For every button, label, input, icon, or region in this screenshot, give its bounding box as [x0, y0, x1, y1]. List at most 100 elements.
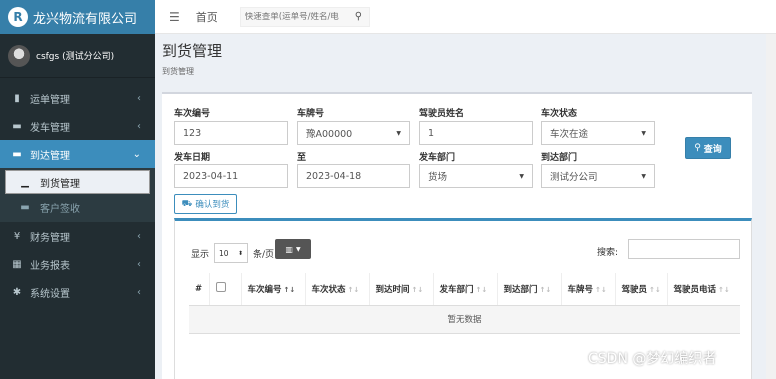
table-search-label: 搜索:	[597, 248, 619, 258]
sidebar: R 龙兴物流有限公司 csfgs (测试分公司) ▮ 运单管理 ‹ ▬ 发车管理…	[0, 0, 155, 379]
sidebar-item-label: 财务管理	[30, 232, 70, 244]
spinner-icon: ⬍	[237, 249, 244, 257]
plane-landing-icon: ▁	[21, 176, 29, 188]
chevron-left-icon: ‹	[137, 230, 141, 242]
plate-select[interactable]: 豫A00000 ▼	[297, 121, 410, 145]
page-size-control: 显示 10 ⬍ 条/页	[191, 243, 274, 263]
sidebar-item-finance[interactable]: ¥ 财务管理 ‹	[0, 222, 155, 250]
columns-toggle-button[interactable]: ▥ ▼	[275, 239, 311, 259]
sidebar-item-label: 发车管理	[30, 122, 70, 134]
depart-date-end-input[interactable]: 2023-04-18	[297, 164, 410, 188]
chevron-down-icon: ▼	[396, 129, 401, 137]
truck-icon: ▬	[12, 120, 22, 132]
truck-arrive-icon: ▬	[12, 148, 22, 160]
chevron-left-icon: ‹	[137, 120, 141, 132]
driver-label: 驾驶员姓名	[419, 109, 465, 119]
col-driver-phone[interactable]: 驾驶员电话 ↑↓	[667, 273, 740, 306]
col-driver[interactable]: 驾驶员 ↑↓	[615, 273, 668, 306]
sidebar-item-reports[interactable]: ▦ 业务报表 ‹	[0, 250, 155, 278]
col-trip-status[interactable]: 车次状态 ↑↓	[305, 273, 370, 306]
search-icon: ⚲	[694, 143, 701, 153]
sort-icon: ↑↓	[595, 285, 607, 294]
logo-bar[interactable]: R 龙兴物流有限公司	[0, 0, 155, 34]
depart-date-label: 发车日期	[174, 153, 211, 163]
breadcrumb: 到货管理	[162, 67, 194, 76]
col-plate[interactable]: 车牌号 ↑↓	[561, 273, 616, 306]
search-form-box: 车次编号 123 车牌号 豫A00000 ▼ 驾驶员姓名 1 车次状态 车次在途…	[162, 92, 752, 379]
trip-no-label: 车次编号	[174, 109, 211, 119]
sort-asc-icon: ↑↓	[283, 285, 296, 294]
confirm-arrival-button[interactable]: ⛟ 确认到货	[174, 194, 237, 214]
app-title: 龙兴物流有限公司	[33, 11, 138, 27]
depart-dept-label: 发车部门	[419, 153, 456, 163]
arrive-dept-value: 测试分公司	[550, 172, 598, 183]
col-arrive-time[interactable]: 到达时间 ↑↓	[369, 273, 434, 306]
select-all-checkbox[interactable]	[215, 282, 226, 293]
sidebar-item-waybill[interactable]: ▮ 运单管理 ‹	[0, 84, 155, 112]
sidebar-subitem-arrival-management[interactable]: ▁ 到货管理	[5, 170, 150, 194]
chevron-down-icon: ⌄	[132, 148, 141, 160]
home-link[interactable]: 首页	[196, 9, 218, 25]
yen-icon: ¥	[13, 230, 21, 242]
search-icon[interactable]: ⚲	[355, 11, 362, 22]
handshake-icon: ▬	[20, 201, 30, 213]
chevron-down-icon: ▼	[519, 172, 524, 180]
col-label: 驾驶员电话	[673, 284, 717, 295]
chevron-left-icon: ‹	[137, 258, 141, 270]
sidebar-item-departure[interactable]: ▬ 发车管理 ‹	[0, 112, 155, 140]
status-label: 车次状态	[541, 109, 578, 119]
page-size-value: 10	[219, 248, 229, 258]
chevron-left-icon: ‹	[137, 286, 141, 298]
sort-icon: ↑↓	[649, 285, 661, 294]
sidebar-subitem-customer-sign[interactable]: ▬ 客户签收	[0, 194, 155, 220]
depart-date-start-input[interactable]: 2023-04-11	[174, 164, 288, 188]
query-button[interactable]: ⚲ 查询	[685, 137, 731, 159]
per-page-label: 条/页	[253, 249, 275, 260]
sidebar-item-label: 运单管理	[30, 94, 70, 106]
arrive-dept-label: 到达部门	[541, 153, 578, 163]
confirm-arrival-label: 确认到货	[195, 200, 230, 210]
user-name: csfgs (测试分公司)	[36, 52, 115, 62]
status-value: 车次在途	[550, 129, 589, 140]
col-index: #	[189, 273, 210, 306]
col-label: 车次编号	[247, 284, 282, 295]
page-title: 到货管理	[162, 42, 223, 60]
chevron-left-icon: ‹	[137, 92, 141, 104]
sidebar-item-arrival[interactable]: ▬ 到达管理 ⌄	[0, 140, 155, 168]
col-label: 到达时间	[375, 284, 410, 295]
driver-input[interactable]: 1	[419, 121, 533, 145]
sort-icon: ↑↓	[347, 285, 360, 294]
sidebar-subitem-label: 客户签收	[40, 203, 80, 215]
watermark: CSDN @梦幻编织者	[588, 351, 717, 367]
sidebar-item-settings[interactable]: ✱ 系统设置 ‹	[0, 278, 155, 306]
table-row: 暂无数据	[189, 305, 740, 334]
menu-toggle-icon[interactable]: ☰	[169, 10, 180, 24]
quick-search-input[interactable]	[244, 11, 353, 22]
quick-search: ⚲	[239, 6, 370, 27]
avatar	[8, 44, 30, 67]
col-trip-no[interactable]: 车次编号 ↑↓	[241, 273, 306, 306]
arrive-dept-select[interactable]: 测试分公司 ▼	[541, 164, 655, 188]
trip-no-input[interactable]: 123	[174, 121, 288, 145]
col-arrive-dept[interactable]: 到达部门 ↑↓	[497, 273, 562, 306]
status-select[interactable]: 车次在途 ▼	[541, 121, 655, 145]
page-scrollbar[interactable]	[766, 34, 776, 379]
col-depart-dept[interactable]: 发车部门 ↑↓	[433, 273, 498, 306]
table-icon: ▦	[12, 258, 22, 270]
page-size-select[interactable]: 10 ⬍	[214, 243, 249, 263]
chevron-down-icon: ▼	[641, 172, 646, 180]
depart-dept-select[interactable]: 货场 ▼	[419, 164, 533, 188]
table-search-input[interactable]	[628, 239, 740, 259]
plate-value: 豫A00000	[306, 129, 353, 140]
sort-icon: ↑↓	[718, 285, 730, 294]
top-navbar: ☰ 首页 ⚲	[155, 0, 776, 34]
show-label: 显示	[191, 249, 210, 260]
col-label: 车次状态	[311, 284, 346, 295]
clipboard-icon: ▮	[14, 92, 20, 104]
gear-icon: ✱	[12, 286, 22, 298]
to-label: 至	[297, 153, 307, 163]
sidebar-subitem-label: 到货管理	[40, 178, 80, 190]
caret-down-icon: ▼	[295, 245, 301, 253]
logo-icon: R	[8, 7, 28, 27]
arrival-table: # 车次编号 ↑↓ 车次状态 ↑↓ 到达时间 ↑↓ 发车部门 ↑↓ 到达部门 ↑↓ 车牌号…	[189, 273, 740, 334]
